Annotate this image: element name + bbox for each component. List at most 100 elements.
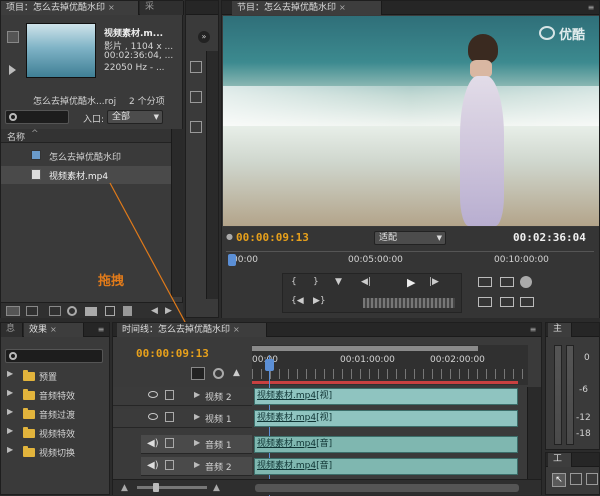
new-bin-icon[interactable]	[85, 307, 97, 316]
close-icon[interactable]: ×	[339, 1, 346, 14]
fit-select[interactable]: 适配 ▼	[374, 231, 446, 245]
zoom-out-icon[interactable]: ▲	[121, 483, 128, 493]
expand-arrow-icon[interactable]: ▶	[194, 412, 200, 421]
program-ruler[interactable]: 00:00 00:05:00:00 00:10:00:00	[226, 251, 594, 269]
marker-icon[interactable]: ▲	[233, 368, 240, 378]
timeline-ruler[interactable]: 00:00 00:01:00:00 00:02:00:00	[252, 345, 528, 385]
lift-icon[interactable]	[478, 277, 492, 287]
list-item[interactable]: 怎么去掉优酷水印	[1, 147, 171, 165]
close-icon[interactable]: ×	[108, 1, 115, 14]
program-current-time[interactable]: 00:00:09:13	[236, 231, 309, 244]
project-list-header[interactable]: 名称 ^	[1, 129, 171, 143]
play-icon[interactable]: ▶	[407, 276, 415, 289]
tab-timeline[interactable]: 时间线：怎么去掉优酷水印 ×	[117, 323, 267, 337]
mark-out-icon[interactable]: }	[313, 277, 319, 287]
step-back-icon[interactable]: ◀|	[361, 277, 371, 287]
ripple-tool-icon[interactable]	[586, 473, 598, 485]
export-frame-icon[interactable]	[500, 297, 514, 307]
eye-icon[interactable]	[148, 391, 158, 398]
speaker-icon[interactable]: ◀)	[147, 460, 159, 471]
project-search-input[interactable]	[5, 110, 69, 124]
lock-icon[interactable]	[165, 390, 174, 400]
tab-source[interactable]: 采	[140, 1, 184, 15]
step-forward-icon[interactable]: |▶	[429, 277, 439, 287]
playhead-icon[interactable]	[228, 254, 236, 266]
playhead-icon[interactable]	[265, 359, 274, 371]
play-thumbnail-icon[interactable]	[9, 65, 16, 75]
effects-folder[interactable]: ▶ 音频特效	[1, 386, 109, 404]
program-video-frame[interactable]: 优酷	[223, 16, 599, 226]
snap-icon[interactable]	[191, 367, 205, 380]
effects-folder[interactable]: ▶ 视频特效	[1, 424, 109, 442]
track-header[interactable]: ▶ 视频 1	[113, 409, 252, 428]
speaker-icon[interactable]: ◀)	[147, 438, 159, 449]
expand-arrow-icon[interactable]: ▶	[194, 390, 200, 399]
trim-icon[interactable]	[520, 276, 532, 288]
go-to-in-icon[interactable]: {◀	[291, 296, 304, 306]
tab-effects[interactable]: 效果 ×	[24, 323, 84, 337]
expand-icon[interactable]: »	[198, 31, 210, 43]
effects-folder[interactable]: ▶ 视频切换	[1, 443, 109, 461]
tab-tools[interactable]: 工	[548, 453, 572, 467]
link-icon[interactable]	[213, 368, 224, 379]
lock-icon[interactable]	[165, 412, 174, 422]
track-header[interactable]: ◀) ▶ 音频 1	[141, 435, 252, 454]
timeline-scrollbar[interactable]	[527, 387, 541, 479]
expand-arrow-icon[interactable]: ▶	[194, 438, 200, 447]
delete-icon[interactable]	[123, 306, 132, 316]
multicam-icon[interactable]	[520, 297, 534, 307]
clip-thumbnail[interactable]	[26, 23, 96, 78]
timeline-clip[interactable]: 视频素材.mp4[视]	[254, 410, 518, 427]
scroll-right-icon[interactable]: ▶	[165, 306, 172, 316]
horizontal-scrollbar[interactable]	[255, 484, 519, 492]
find-icon[interactable]	[67, 306, 77, 316]
timeline-clip[interactable]: 视频素材.mp4[音]	[254, 436, 518, 453]
panel-menu-icon[interactable]: ≡	[96, 325, 106, 334]
effects-folder[interactable]: ▶ 音频过渡	[1, 405, 109, 423]
extract-icon[interactable]	[500, 277, 514, 287]
new-item-icon[interactable]	[105, 306, 115, 316]
jog-shuttle[interactable]	[363, 298, 455, 308]
effects-search-input[interactable]	[5, 349, 103, 363]
fx-icon[interactable]	[190, 61, 202, 73]
timeline-clip[interactable]: 视频素材.mp4[视]	[254, 388, 518, 405]
eye-icon[interactable]	[148, 413, 158, 420]
project-scrollbar[interactable]	[171, 129, 183, 297]
panel-menu-icon[interactable]: ≡	[586, 3, 596, 12]
list-item[interactable]: 视频素材.mp4	[1, 166, 171, 184]
tab-audio-meter[interactable]: 主	[548, 323, 572, 337]
go-to-out-icon[interactable]: ▶}	[313, 296, 326, 306]
track-header[interactable]: ◀) ▶ 音频 2	[141, 457, 252, 476]
selection-tool-icon[interactable]: ↖	[552, 473, 566, 487]
scroll-left-icon[interactable]: ◀	[151, 306, 158, 316]
lock-icon[interactable]	[165, 438, 174, 448]
zoom-slider-thumb[interactable]	[153, 483, 159, 492]
track-select-tool-icon[interactable]	[570, 473, 582, 485]
lock-icon[interactable]	[165, 460, 174, 470]
tab-project[interactable]: 项目：怎么去掉优酷水印 ×	[1, 1, 139, 15]
list-view-icon[interactable]	[6, 306, 20, 316]
entry-select[interactable]: 全部 ▼	[107, 110, 163, 124]
close-icon[interactable]: ×	[50, 323, 57, 336]
close-icon[interactable]: ×	[233, 323, 240, 336]
marker-icon[interactable]: ▼	[335, 277, 342, 287]
work-area-bar[interactable]	[252, 346, 478, 351]
mixer-icon[interactable]	[190, 121, 202, 133]
tab-program[interactable]: 节目：怎么去掉优酷水印 ×	[232, 1, 382, 15]
audio-icon[interactable]	[190, 91, 202, 103]
track-header[interactable]: ▶ 视频 2	[113, 387, 252, 406]
expand-arrow-icon[interactable]: ▶	[194, 460, 200, 469]
side-strip-scrollbar[interactable]	[206, 51, 218, 299]
timeline-current-time[interactable]: 00:00:09:13	[136, 347, 209, 360]
icon-view-icon[interactable]	[26, 306, 38, 316]
output-icon[interactable]	[478, 297, 492, 307]
panel-menu-icon[interactable]: ≡	[528, 325, 538, 334]
zoom-in-icon[interactable]: ▲	[213, 483, 220, 493]
poster-frame-icon[interactable]	[7, 31, 19, 43]
timeline-clip[interactable]: 视频素材.mp4[音]	[254, 458, 518, 475]
tab-info[interactable]: 息	[1, 323, 23, 337]
effects-folder[interactable]: ▶ 预置	[1, 367, 109, 385]
mark-in-icon[interactable]: {	[291, 277, 297, 287]
automate-icon[interactable]	[49, 306, 61, 316]
zoom-slider[interactable]	[137, 486, 207, 489]
